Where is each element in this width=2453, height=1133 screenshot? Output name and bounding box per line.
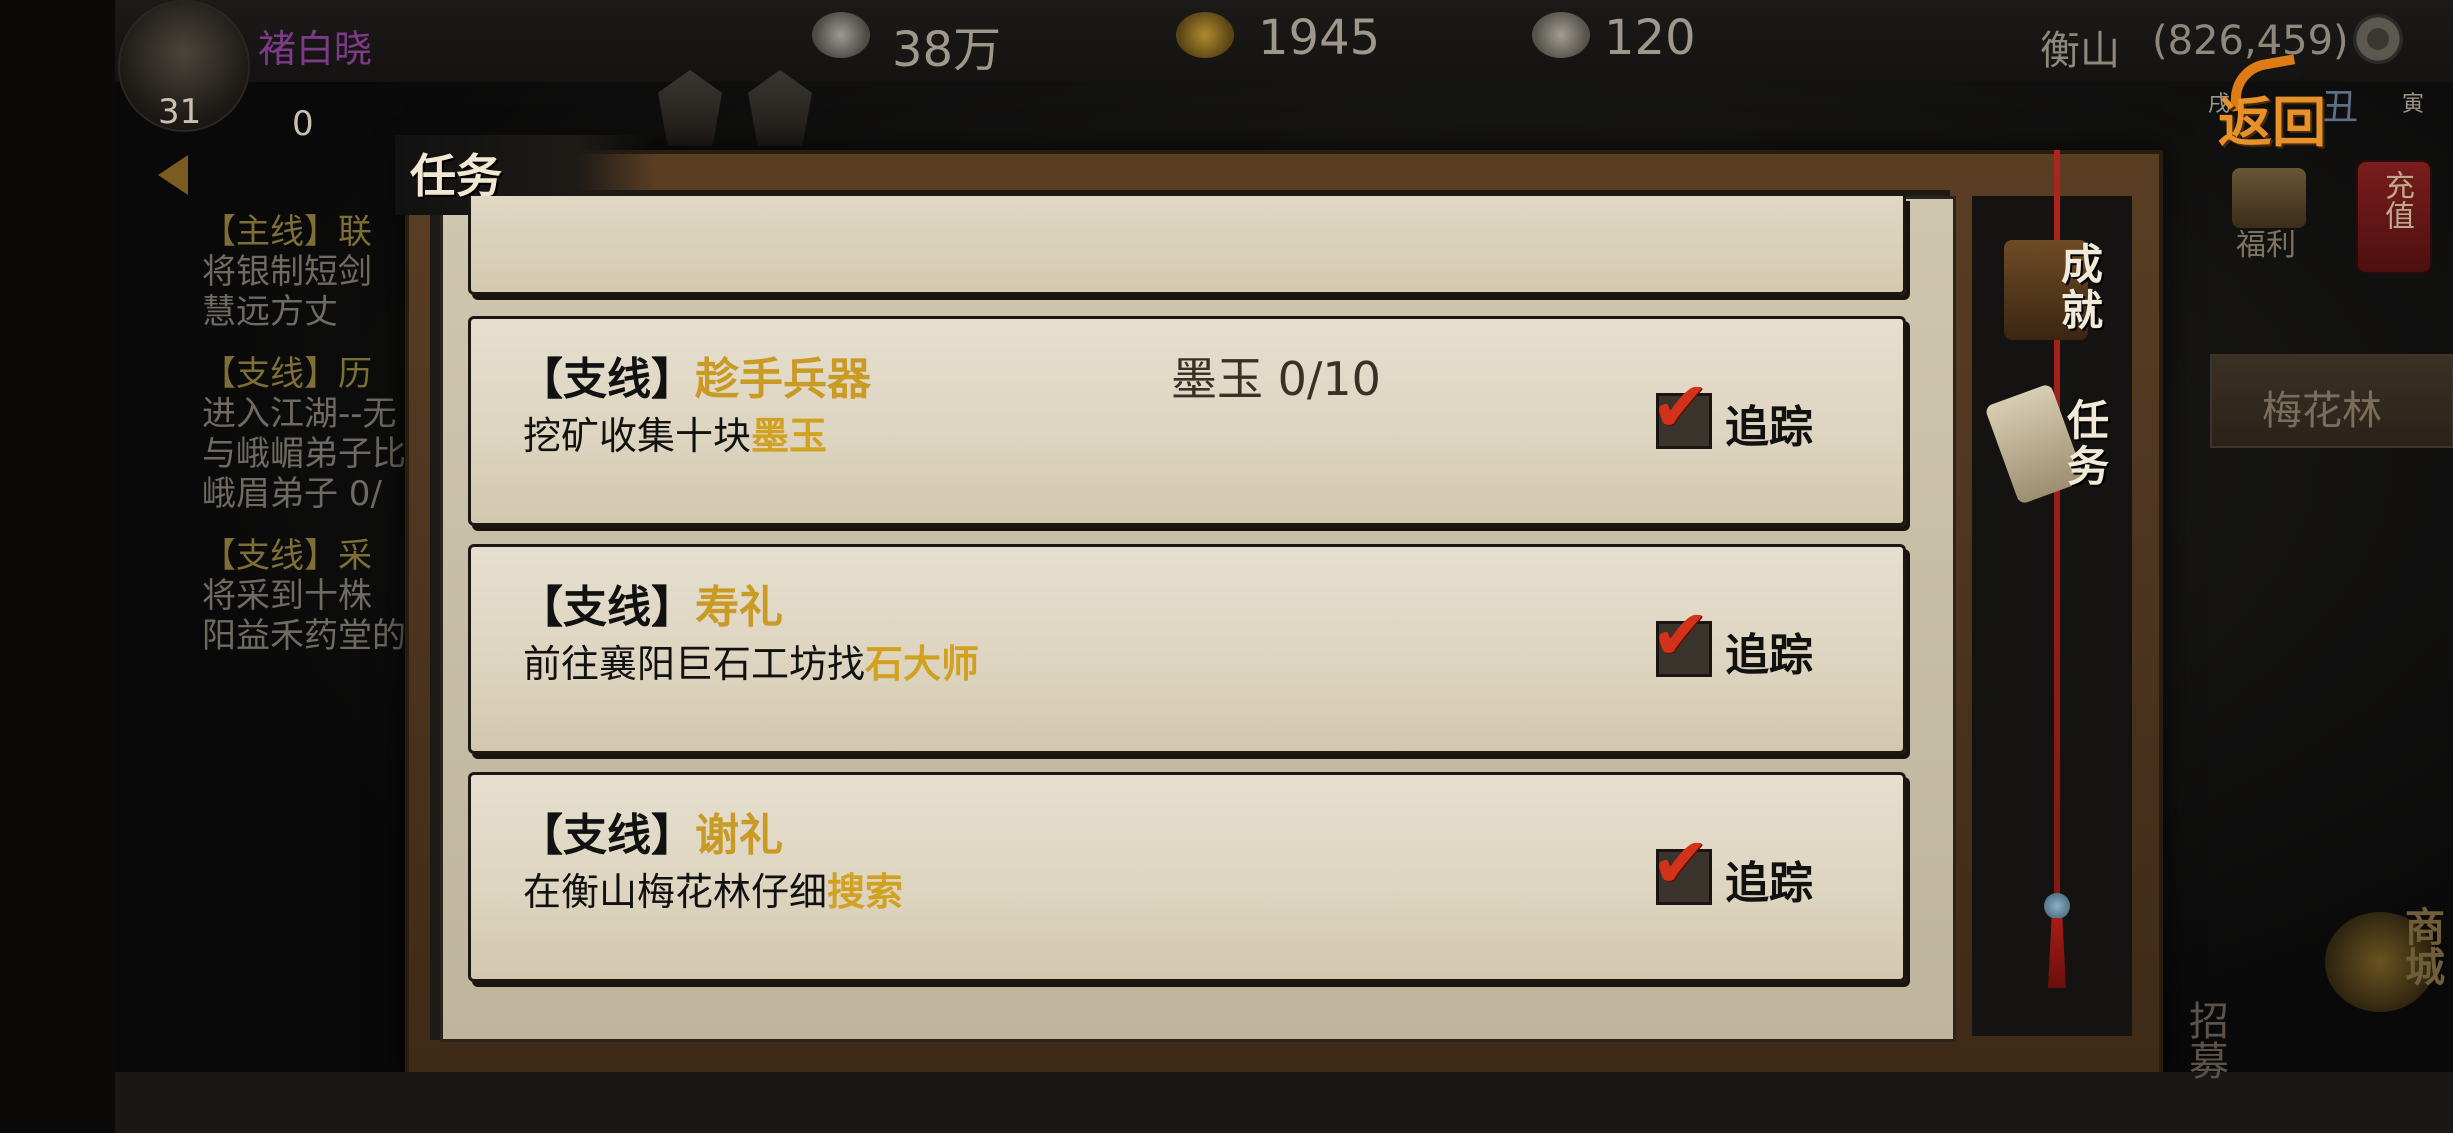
bun-amount: 120 bbox=[1604, 10, 1696, 66]
quest-card[interactable]: 【支线】寿礼 前往襄阳巨石工坊找石大师 ✔ 追踪 bbox=[468, 544, 1906, 754]
track-label[interactable]: 追踪 bbox=[1725, 619, 1813, 683]
quest-title: 【支线】谢礼 bbox=[519, 810, 783, 861]
quest-card-partial[interactable] bbox=[468, 196, 1906, 295]
checkmark-icon: ✔ bbox=[1651, 822, 1710, 904]
checkmark-icon: ✔ bbox=[1651, 594, 1710, 676]
bg-quest-2: 【支线】历 进入江湖--无 与峨嵋弟子比 峨眉弟子 0/ bbox=[202, 354, 406, 514]
quest-description: 在衡山梅花林仔细搜索 bbox=[523, 870, 904, 914]
quest-description: 前往襄阳巨石工坊找石大师 bbox=[523, 642, 980, 686]
track-label[interactable]: 追踪 bbox=[1725, 847, 1813, 911]
bun-icon bbox=[1532, 12, 1590, 58]
welfare-label: 福利 bbox=[2236, 228, 2296, 263]
silver-icon bbox=[812, 12, 870, 58]
track-label[interactable]: 追踪 bbox=[1725, 391, 1813, 455]
cord-bead-icon bbox=[2044, 893, 2070, 919]
gold-amount: 1945 bbox=[1258, 10, 1381, 66]
checkmark-icon: ✔ bbox=[1651, 366, 1710, 448]
bottom-bar bbox=[115, 1072, 2453, 1133]
recharge-label: 充值 bbox=[2379, 170, 2414, 230]
bg-quest-3: 【支线】采 将采到十株 阳益禾药堂的 bbox=[202, 536, 406, 656]
player-level: 31 bbox=[158, 92, 202, 132]
quest-card[interactable]: 【支线】趁手兵器 墨玉 0/10 挖矿收集十块墨玉 ✔ 追踪 bbox=[468, 316, 1906, 526]
collapse-arrow-icon[interactable] bbox=[158, 155, 188, 195]
recruit-button[interactable]: 招募 bbox=[2176, 1000, 2234, 1080]
bg-quest-1: 【主线】联 将银制短剑 慧远方丈 bbox=[202, 212, 372, 332]
player-name: 褚白晓 bbox=[258, 27, 373, 71]
back-button[interactable]: 返回 bbox=[2218, 78, 2326, 157]
quest-description: 挖矿收集十块墨玉 bbox=[523, 414, 828, 458]
welfare-icon[interactable] bbox=[2232, 168, 2306, 228]
location-coords: (826,459) bbox=[2152, 18, 2349, 64]
time-mark-current: 丑 bbox=[2322, 87, 2359, 128]
quest-title: 【支线】寿礼 bbox=[519, 582, 783, 633]
gold-icon bbox=[1176, 12, 1234, 58]
quest-title: 【支线】趁手兵器 bbox=[519, 354, 871, 405]
quest-progress: 墨玉 0/10 bbox=[1171, 352, 1381, 406]
time-mark-right: 寅 bbox=[2402, 92, 2425, 117]
tab-quests[interactable]: 任务 bbox=[2058, 398, 2118, 490]
player-secondary-value: 0 bbox=[292, 104, 314, 144]
quest-card[interactable]: 【支线】谢礼 在衡山梅花林仔细搜索 ✔ 追踪 bbox=[468, 772, 1906, 982]
shop-button[interactable]: 商城 bbox=[2392, 906, 2450, 986]
silver-amount: 38万 bbox=[892, 22, 1002, 78]
location-name: 衡山 bbox=[2040, 28, 2120, 74]
tab-achievements[interactable]: 成就 bbox=[2052, 242, 2112, 334]
gear-icon[interactable] bbox=[2353, 14, 2403, 64]
plum-forest-label: 梅花林 bbox=[2262, 388, 2382, 434]
